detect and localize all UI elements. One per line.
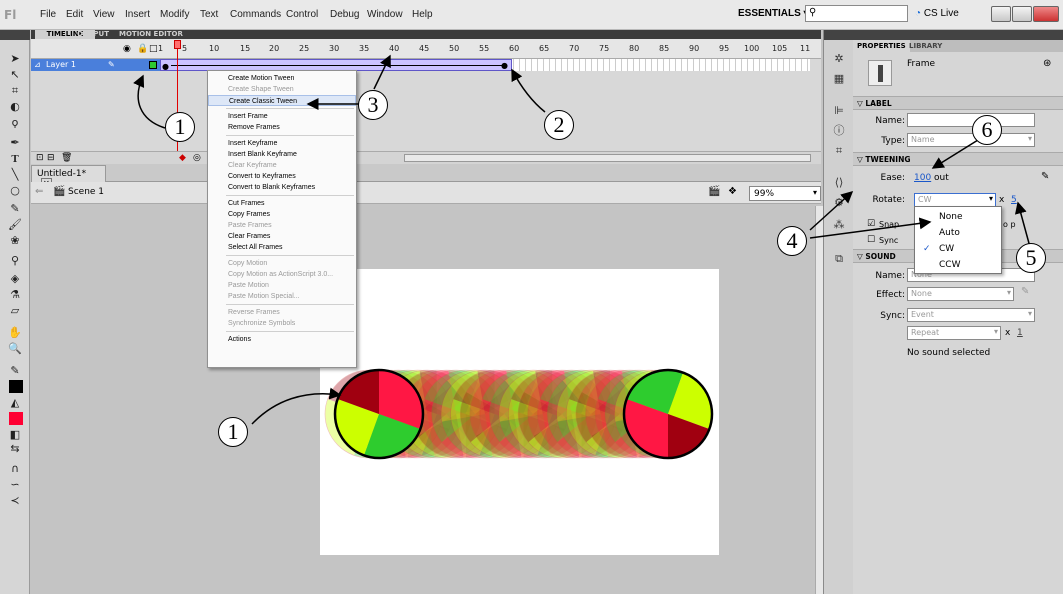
callout-2: 2	[544, 110, 574, 140]
callout-1-timeline: 1	[165, 112, 195, 142]
callout-1-stage: 1	[218, 417, 248, 447]
callout-5: 5	[1016, 243, 1046, 273]
callout-3: 3	[358, 90, 388, 120]
callout-4: 4	[777, 226, 807, 256]
annotation-arrows	[133, 54, 1031, 425]
callout-6: 6	[972, 115, 1002, 145]
